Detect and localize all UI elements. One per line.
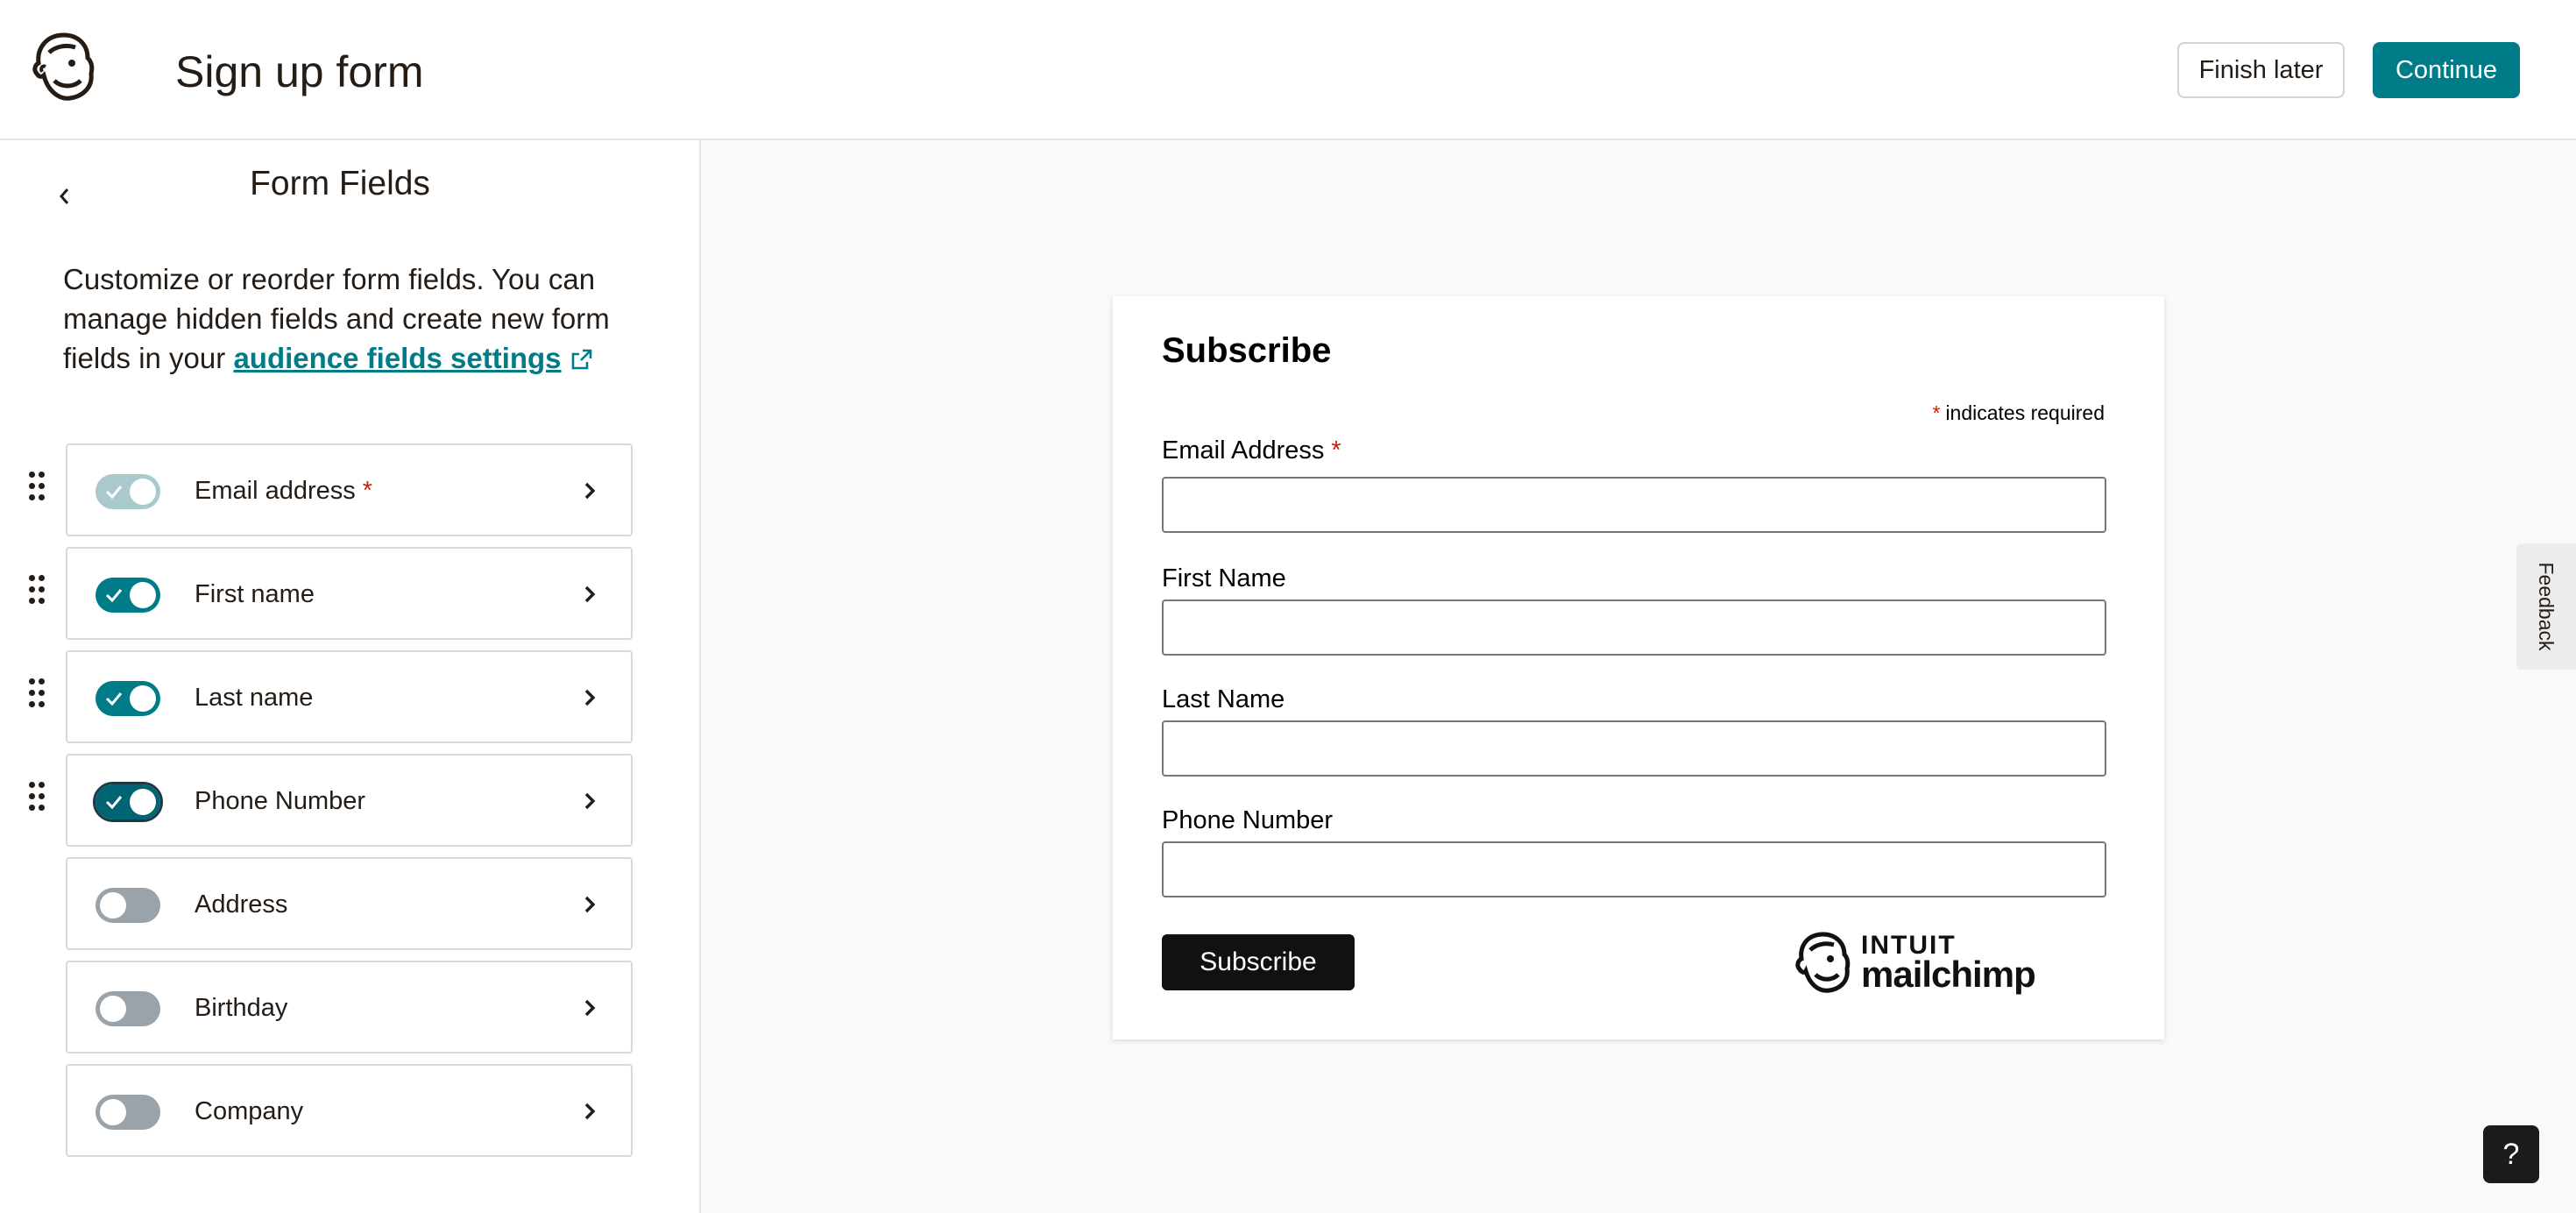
chevron-right-icon [584, 482, 596, 500]
required-marker: * [1932, 401, 1941, 424]
check-icon [105, 486, 123, 500]
first-name-label: First Name [1162, 564, 1286, 592]
continue-button[interactable]: Continue [2373, 42, 2520, 98]
check-icon [105, 796, 123, 810]
form-heading: Subscribe [1162, 331, 1332, 370]
chevron-right-icon [584, 792, 596, 810]
finish-later-button[interactable]: Finish later [2177, 42, 2345, 98]
field-label: Email address * [195, 477, 373, 505]
email-address-label: Email Address * [1162, 436, 1341, 465]
chevron-right-icon [584, 1103, 596, 1120]
brand-mailchimp-text: mailchimp [1861, 954, 2036, 995]
feedback-label: Feedback [2535, 562, 2558, 651]
form-fields-panel: Form Fields Customize or reorder form fi… [0, 140, 701, 1213]
help-button[interactable]: ? [2483, 1125, 2539, 1183]
intuit-mailchimp-brand: INTUIT mailchimp [1793, 929, 2036, 996]
drag-handle-icon[interactable] [29, 678, 48, 715]
check-icon [105, 589, 123, 603]
company-toggle[interactable] [96, 1095, 160, 1130]
signup-form-preview: Subscribe * indicates required Email Addr… [1113, 296, 2164, 1039]
chevron-right-icon [584, 896, 596, 913]
required-marker: * [1331, 436, 1341, 465]
address-toggle[interactable] [96, 888, 160, 923]
chevron-right-icon [584, 585, 596, 603]
field-label: Address [195, 890, 288, 919]
field-row-phone-number[interactable]: Phone Number [29, 754, 633, 847]
field-row-company[interactable]: Company [66, 1064, 633, 1157]
audience-fields-settings-link[interactable]: audience fields settings [233, 342, 561, 374]
field-row-first-name[interactable]: First name [29, 547, 633, 640]
check-icon [105, 692, 123, 706]
first-name-input[interactable] [1162, 599, 2106, 656]
drag-handle-icon[interactable] [29, 575, 48, 612]
external-link-icon[interactable] [570, 348, 593, 371]
panel-description: Customize or reorder form fields. You ca… [63, 259, 668, 378]
birthday-toggle[interactable] [96, 991, 160, 1026]
mailchimp-freddie-icon [1795, 932, 1851, 993]
required-note: * indicates required [1932, 401, 2105, 424]
top-header: Sign up form Finish later Continue [0, 0, 2576, 140]
field-label: Last name [195, 684, 314, 712]
email-address-input[interactable] [1162, 477, 2106, 533]
field-row-email-address[interactable]: Email address * [29, 443, 633, 536]
last-name-input[interactable] [1162, 720, 2106, 777]
mailchimp-logo-icon[interactable] [30, 32, 98, 103]
phone-number-input[interactable] [1162, 841, 2106, 897]
subscribe-button[interactable]: Subscribe [1162, 934, 1355, 990]
drag-handle-icon[interactable] [29, 472, 48, 508]
first-name-toggle[interactable] [96, 578, 160, 613]
field-row-birthday[interactable]: Birthday [66, 961, 633, 1053]
drag-handle-icon[interactable] [29, 782, 48, 819]
field-label: Phone Number [195, 787, 366, 815]
last-name-toggle[interactable] [96, 681, 160, 716]
field-label: Company [195, 1097, 304, 1125]
field-label: First name [195, 580, 315, 608]
field-row-last-name[interactable]: Last name [29, 650, 633, 743]
phone-number-label: Phone Number [1162, 806, 1334, 834]
email-address-toggle [96, 474, 160, 509]
phone-number-toggle[interactable] [93, 782, 163, 822]
feedback-tab[interactable]: Feedback [2516, 543, 2576, 670]
required-marker: * [362, 477, 373, 505]
panel-title: Form Fields [250, 165, 430, 202]
chevron-right-icon [584, 999, 596, 1017]
form-preview-canvas: Subscribe * indicates required Email Addr… [701, 140, 2576, 1213]
last-name-label: Last Name [1162, 685, 1285, 713]
field-row-address[interactable]: Address [66, 857, 633, 950]
chevron-right-icon [584, 689, 596, 706]
page-title: Sign up form [175, 47, 424, 96]
field-label: Birthday [195, 994, 288, 1022]
